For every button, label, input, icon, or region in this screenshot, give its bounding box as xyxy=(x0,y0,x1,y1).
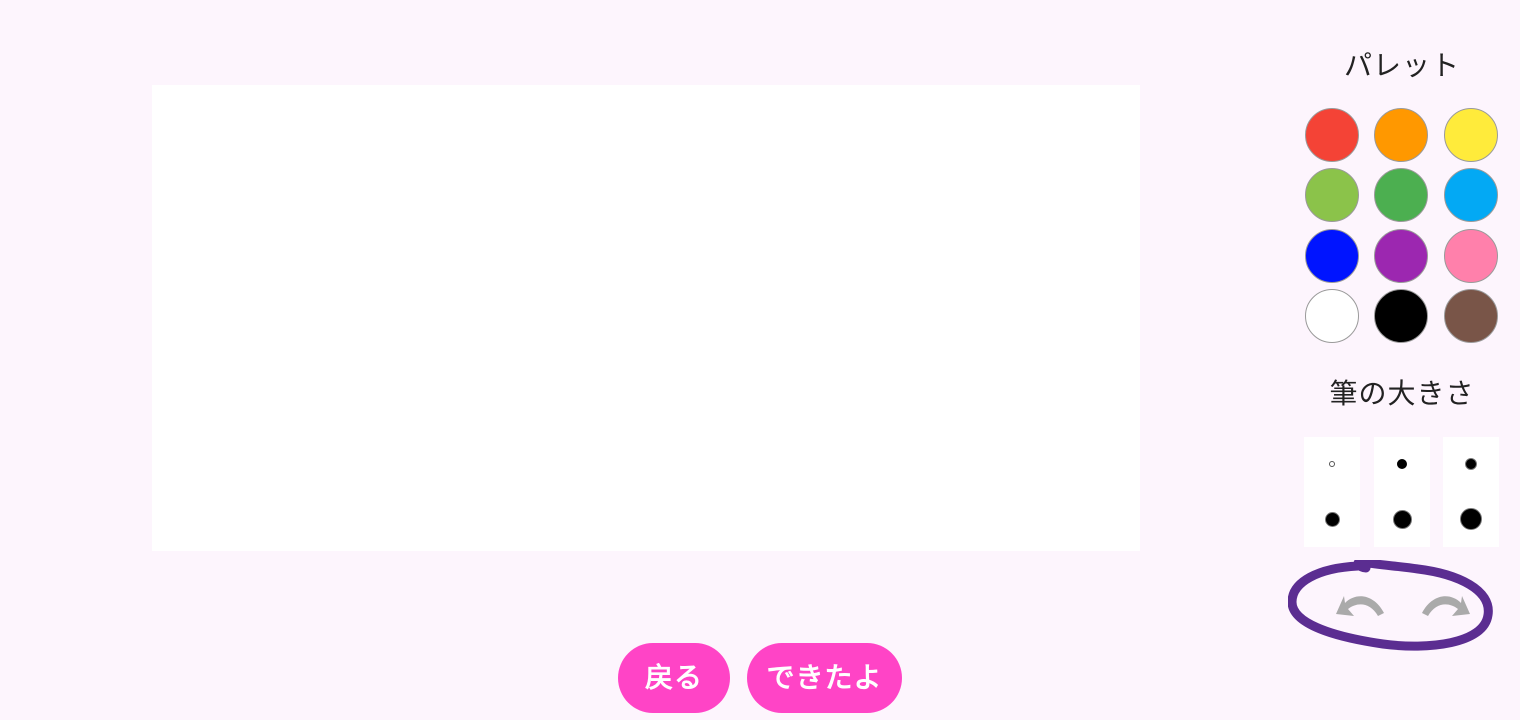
undo-icon xyxy=(1336,596,1384,616)
brush-size-1-button[interactable] xyxy=(1304,437,1360,492)
brush-size-6-button[interactable] xyxy=(1443,492,1499,547)
redo-button[interactable] xyxy=(1418,582,1474,628)
color-swatch-light-green[interactable] xyxy=(1305,168,1359,222)
brush-size-4-button[interactable] xyxy=(1304,492,1360,547)
color-swatch-orange[interactable] xyxy=(1374,108,1428,162)
brush-size-3-button[interactable] xyxy=(1443,437,1499,492)
color-swatch-pink[interactable] xyxy=(1444,229,1498,283)
brush-size-title: 筆の大きさ xyxy=(1329,377,1475,410)
brush-dot-icon xyxy=(1397,459,1407,469)
brush-size-5-button[interactable] xyxy=(1374,492,1430,547)
color-palette xyxy=(1304,107,1504,347)
color-swatch-light-blue[interactable] xyxy=(1444,168,1498,222)
color-swatch-white[interactable] xyxy=(1305,289,1359,343)
brush-size-picker xyxy=(1304,437,1500,547)
brush-size-2-button[interactable] xyxy=(1374,437,1430,492)
color-swatch-yellow[interactable] xyxy=(1444,108,1498,162)
color-swatch-blue[interactable] xyxy=(1305,229,1359,283)
brush-dot-icon xyxy=(1393,510,1412,529)
brush-size-column xyxy=(1304,437,1360,547)
brush-dot-icon xyxy=(1329,461,1335,467)
back-button[interactable]: 戻る xyxy=(618,643,730,713)
color-swatch-purple[interactable] xyxy=(1374,229,1428,283)
brush-size-column xyxy=(1443,437,1499,547)
palette-title: パレット xyxy=(1343,49,1460,82)
color-swatch-brown[interactable] xyxy=(1444,289,1498,343)
brush-dot-icon xyxy=(1460,508,1482,530)
color-swatch-green[interactable] xyxy=(1374,168,1428,222)
done-button[interactable]: できたよ xyxy=(747,643,902,713)
history-controls xyxy=(1288,560,1494,655)
brush-size-column xyxy=(1374,437,1430,547)
color-swatch-black[interactable] xyxy=(1374,289,1428,343)
drawing-canvas[interactable] xyxy=(152,85,1140,551)
undo-button[interactable] xyxy=(1332,582,1388,628)
redo-icon xyxy=(1422,596,1470,616)
brush-dot-icon xyxy=(1325,512,1340,527)
color-swatch-red[interactable] xyxy=(1305,108,1359,162)
brush-dot-icon xyxy=(1465,458,1477,470)
